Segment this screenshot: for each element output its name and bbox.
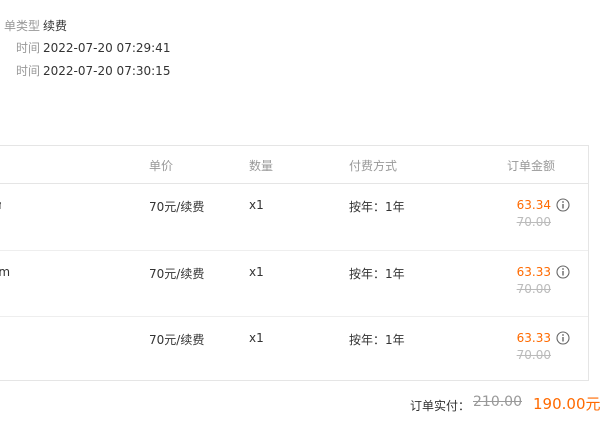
item-price: 63.33 xyxy=(516,265,551,279)
payment-method: 按年：1年 xyxy=(349,200,405,214)
info-icon[interactable] xyxy=(556,331,570,345)
item-original-price: 70.00 xyxy=(516,282,551,296)
header-order-amount: 订单金额 xyxy=(507,159,556,173)
product-name: m xyxy=(0,198,1,212)
order-type-value: 续费 xyxy=(43,19,68,33)
table-row: 70元/续费 x1 按年：1年 63.33 70.00 xyxy=(0,316,588,382)
header-quantity: 数量 xyxy=(249,159,274,173)
order-paid-value: 2022-07-20 07:30:15 xyxy=(43,64,171,78)
table-row: om 70元/续费 x1 按年：1年 63.33 70.00 xyxy=(0,250,588,316)
header-payment-method: 付费方式 xyxy=(349,159,398,173)
order-type-label: 单类型 xyxy=(3,19,40,33)
item-original-price: 70.00 xyxy=(516,215,551,229)
item-price: 63.33 xyxy=(516,331,551,345)
order-total-label: 订单实付： xyxy=(410,399,471,413)
item-original-price: 70.00 xyxy=(516,348,551,362)
order-created-label: 时间 xyxy=(15,41,40,55)
info-icon[interactable] xyxy=(556,265,570,279)
product-name: om xyxy=(0,265,11,279)
quantity: x1 xyxy=(249,265,264,279)
payment-method: 按年：1年 xyxy=(349,267,405,281)
table-header: 单价 数量 付费方式 订单金额 xyxy=(0,146,588,184)
order-items-table: 单价 数量 付费方式 订单金额 m 70元/续费 x1 按年：1年 63.34 … xyxy=(0,145,589,381)
unit-price: 70元/续费 xyxy=(149,333,205,347)
unit-price: 70元/续费 xyxy=(149,267,205,281)
quantity: x1 xyxy=(249,198,264,212)
info-icon[interactable] xyxy=(556,198,570,212)
order-total-original: 210.00 xyxy=(473,394,522,410)
header-unit-price: 单价 xyxy=(149,159,174,173)
order-created-value: 2022-07-20 07:29:41 xyxy=(43,41,171,55)
unit-price: 70元/续费 xyxy=(149,200,205,214)
quantity: x1 xyxy=(249,331,264,345)
table-row: m 70元/续费 x1 按年：1年 63.34 70.00 xyxy=(0,184,588,250)
payment-method: 按年：1年 xyxy=(349,333,405,347)
item-price: 63.34 xyxy=(516,198,551,212)
order-paid-label: 时间 xyxy=(15,64,40,78)
order-total-final: 190.00元 xyxy=(533,395,600,413)
